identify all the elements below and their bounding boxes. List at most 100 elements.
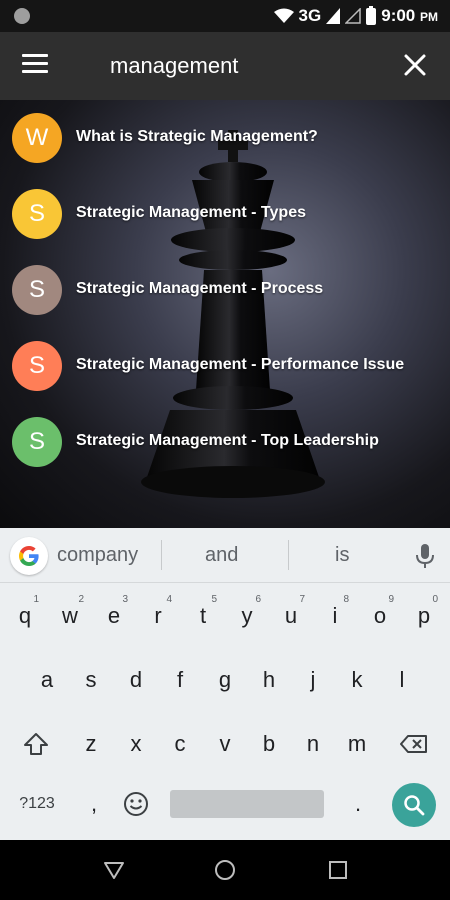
key-label: q — [18, 603, 32, 628]
key-t[interactable]: t5 — [181, 590, 225, 642]
key-q[interactable]: q1 — [3, 590, 47, 642]
suggestion-bar: company and is — [0, 528, 450, 583]
google-icon[interactable] — [10, 537, 48, 575]
wifi-icon — [273, 8, 294, 23]
key-d[interactable]: d — [114, 654, 158, 706]
avatar: S — [12, 341, 62, 391]
result-title: Strategic Management - Types — [76, 204, 306, 221]
search-results-area: W What is Strategic Management? S Strate… — [0, 100, 450, 528]
key-hint: 0 — [432, 594, 438, 605]
key-hint: 1 — [33, 594, 39, 605]
period-key[interactable]: . — [336, 778, 380, 830]
suggestion-word[interactable]: is — [335, 544, 349, 567]
recents-icon[interactable] — [326, 858, 350, 882]
result-title: Strategic Management - Top Leadership — [76, 432, 379, 449]
key-z[interactable]: z — [69, 718, 113, 770]
notification-icon — [14, 8, 30, 24]
clock: 9:00 PM — [381, 6, 438, 26]
result-title: Strategic Management - Performance Issue — [76, 356, 405, 373]
suggestion-divider — [161, 540, 162, 570]
key-label: r — [154, 603, 162, 628]
key-label: w — [62, 603, 78, 628]
result-title: What is Strategic Management? — [76, 128, 318, 145]
search-icon — [404, 795, 425, 816]
clock-ampm: PM — [420, 10, 438, 24]
clock-time: 9:00 — [381, 6, 416, 25]
key-label: u — [284, 603, 298, 628]
list-item[interactable]: W What is Strategic Management? — [0, 100, 450, 176]
list-item[interactable]: S Strategic Management - Types — [0, 176, 450, 252]
shift-key[interactable] — [14, 718, 58, 770]
key-l[interactable]: l — [380, 654, 424, 706]
key-g[interactable]: g — [203, 654, 247, 706]
key-r[interactable]: r4 — [136, 590, 180, 642]
key-hint: 2 — [78, 594, 84, 605]
network-type: 3G — [298, 6, 322, 25]
key-v[interactable]: v — [203, 718, 247, 770]
key-label: o — [373, 603, 387, 628]
backspace-key[interactable] — [392, 718, 436, 770]
key-hint: 4 — [166, 594, 172, 605]
app-bar — [0, 32, 450, 100]
signal-icon — [326, 8, 341, 24]
key-w[interactable]: w2 — [48, 590, 92, 642]
key-p[interactable]: p0 — [402, 590, 446, 642]
key-hint: 5 — [211, 594, 217, 605]
key-hint: 8 — [343, 594, 349, 605]
suggestion-word[interactable]: company — [57, 544, 138, 567]
key-label: e — [107, 603, 121, 628]
key-hint: 7 — [299, 594, 305, 605]
space-bar[interactable] — [170, 790, 324, 818]
key-y[interactable]: y6 — [225, 590, 269, 642]
key-label: t — [199, 603, 207, 628]
key-a[interactable]: a — [25, 654, 69, 706]
list-item[interactable]: S Strategic Management - Top Leadership — [0, 404, 450, 480]
key-n[interactable]: n — [291, 718, 335, 770]
key-b[interactable]: b — [247, 718, 291, 770]
comma-key[interactable]: , — [72, 778, 116, 830]
key-label: p — [417, 603, 431, 628]
signal-empty-icon — [345, 8, 361, 24]
key-j[interactable]: j — [291, 654, 335, 706]
key-x[interactable]: x — [114, 718, 158, 770]
key-s[interactable]: s — [69, 654, 113, 706]
back-icon[interactable] — [102, 858, 126, 882]
shift-icon — [24, 733, 48, 755]
key-i[interactable]: i8 — [313, 590, 357, 642]
key-e[interactable]: e3 — [92, 590, 136, 642]
key-k[interactable]: k — [335, 654, 379, 706]
navigation-bar — [0, 840, 450, 900]
search-input[interactable] — [110, 48, 380, 84]
avatar: W — [12, 113, 62, 163]
home-icon[interactable] — [213, 858, 237, 882]
symbols-key[interactable]: ?123 — [10, 778, 64, 830]
list-item[interactable]: S Strategic Management - Process — [0, 252, 450, 328]
key-c[interactable]: c — [158, 718, 202, 770]
battery-icon — [366, 5, 377, 25]
result-title: Strategic Management - Process — [76, 280, 324, 297]
key-hint: 3 — [122, 594, 128, 605]
emoji-icon — [124, 792, 148, 816]
menu-icon[interactable] — [22, 54, 48, 76]
emoji-key[interactable] — [114, 778, 158, 830]
avatar: S — [12, 265, 62, 315]
suggestion-word[interactable]: and — [205, 544, 238, 567]
backspace-icon — [400, 735, 427, 753]
key-hint: 6 — [255, 594, 261, 605]
key-label: i — [332, 603, 338, 628]
key-hint: 9 — [388, 594, 394, 605]
key-u[interactable]: u7 — [269, 590, 313, 642]
mic-icon[interactable] — [414, 542, 436, 570]
key-o[interactable]: o9 — [358, 590, 402, 642]
soft-keyboard: company and is q1 w2 e3 r4 t5 y6 u7 i8 o… — [0, 528, 450, 840]
key-f[interactable]: f — [158, 654, 202, 706]
close-icon[interactable] — [402, 52, 428, 78]
key-m[interactable]: m — [335, 718, 379, 770]
search-key[interactable] — [392, 783, 436, 827]
result-list: W What is Strategic Management? S Strate… — [0, 100, 450, 480]
avatar: S — [12, 417, 62, 467]
status-bar: 3G 9:00 PM — [0, 0, 450, 32]
key-h[interactable]: h — [247, 654, 291, 706]
list-item[interactable]: S Strategic Management - Performance Iss… — [0, 328, 450, 404]
key-label: y — [241, 603, 253, 628]
